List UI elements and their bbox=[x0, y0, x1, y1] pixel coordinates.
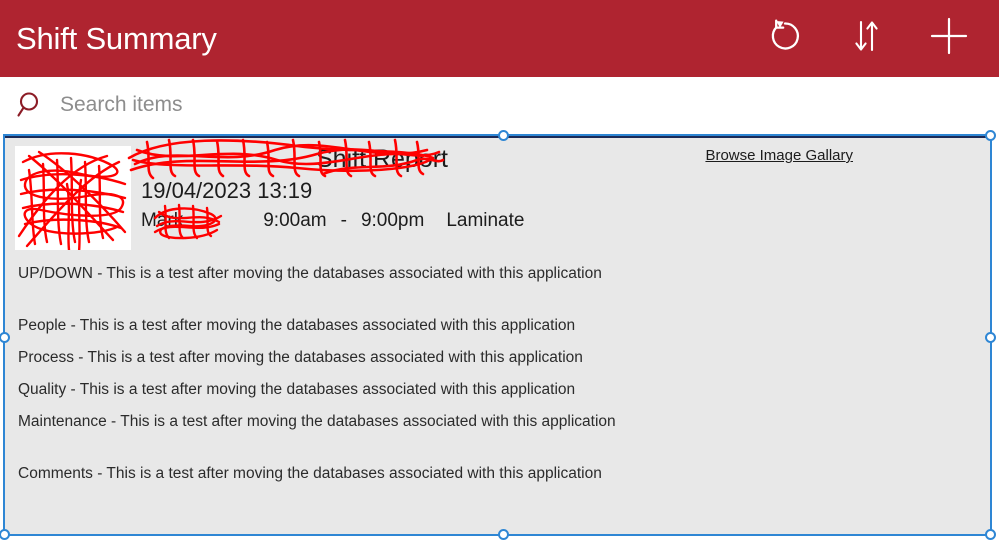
sort-button[interactable] bbox=[845, 17, 889, 61]
report-meta-row: Mark 9:00am - 9:00pm Laminate bbox=[141, 203, 984, 240]
report-line-maintenance: Maintenance - This is a test after movin… bbox=[18, 413, 616, 430]
resize-handle-bottom[interactable] bbox=[498, 529, 509, 540]
resize-handle-top[interactable] bbox=[498, 130, 509, 141]
report-line-process: Process - This is a test after moving th… bbox=[18, 349, 583, 366]
report-author-wrap: Mark bbox=[141, 203, 257, 240]
refresh-button[interactable] bbox=[763, 17, 807, 61]
search-input[interactable] bbox=[60, 92, 660, 117]
production-line-name: Laminate bbox=[446, 210, 525, 231]
shift-start-time: 9:00am bbox=[263, 210, 327, 231]
report-body: UP/DOWN - This is a test after moving th… bbox=[18, 258, 980, 490]
report-title-row: Shift Report bbox=[127, 138, 984, 180]
add-button[interactable] bbox=[927, 17, 971, 61]
thumbnail-redaction-scribble bbox=[17, 150, 127, 250]
sort-up-down-icon bbox=[850, 16, 884, 61]
resize-handle-left[interactable] bbox=[0, 332, 10, 343]
report-line-updown: UP/DOWN - This is a test after moving th… bbox=[18, 265, 602, 282]
report-line-comments: Comments - This is a test after moving t… bbox=[18, 465, 602, 482]
resize-handle-right[interactable] bbox=[985, 332, 996, 343]
report-thumbnail[interactable] bbox=[15, 146, 131, 250]
refresh-icon bbox=[765, 16, 805, 61]
report-date: 19/04/2023 13:19 bbox=[141, 178, 313, 203]
search-bar bbox=[0, 77, 999, 132]
report-header-text: Shift Report 19/04/2023 13:19 Mark 9:00a… bbox=[127, 138, 984, 240]
resize-handle-top-right[interactable] bbox=[985, 130, 996, 141]
header-actions bbox=[763, 17, 981, 61]
resize-handle-bottom-right[interactable] bbox=[985, 529, 996, 540]
plus-icon bbox=[927, 14, 971, 63]
report-header: Shift Report 19/04/2023 13:19 Mark 9:00a… bbox=[11, 138, 984, 260]
report-title: Shift Report bbox=[316, 145, 449, 173]
shift-time-separator: - bbox=[340, 210, 347, 231]
report-content-panel[interactable]: Browse Image Gallary Shift Report 19/04/… bbox=[0, 130, 996, 540]
report-line-people: People - This is a test after moving the… bbox=[18, 317, 576, 334]
app-header-bar: Shift Summary bbox=[0, 0, 999, 77]
resize-handle-bottom-left[interactable] bbox=[0, 529, 10, 540]
shift-end-time: 9:00pm bbox=[360, 210, 425, 231]
page-title: Shift Summary bbox=[16, 21, 217, 56]
report-line-quality: Quality - This is a test after moving th… bbox=[18, 381, 576, 398]
search-icon[interactable] bbox=[14, 88, 48, 122]
report-author: Mark bbox=[141, 210, 184, 231]
